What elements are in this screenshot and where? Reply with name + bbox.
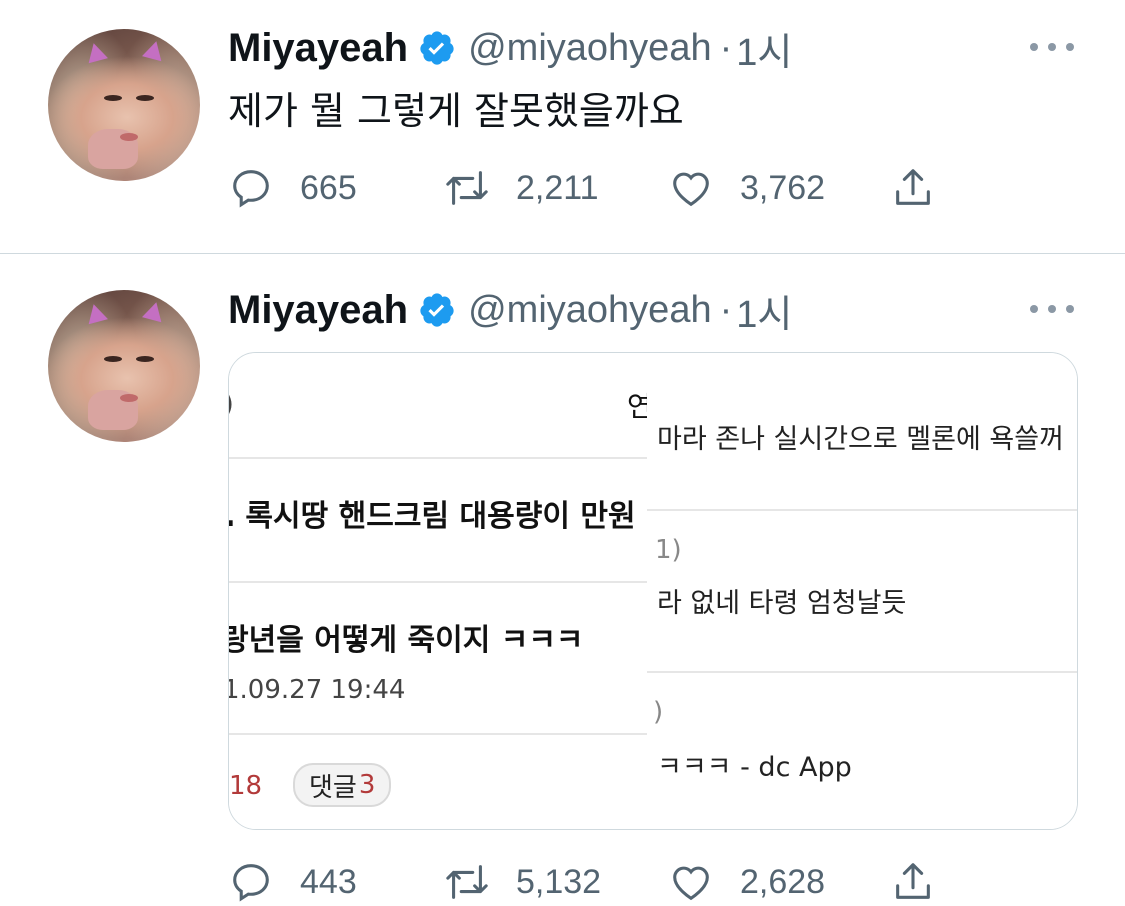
- media-comment-badge: 댓글 3: [293, 763, 392, 807]
- tweet-header: Miyayeah @miyaohyeah · 1시: [228, 18, 792, 78]
- heart-icon: [673, 866, 709, 901]
- retweet-button[interactable]: 2,211: [444, 164, 599, 212]
- like-count: 3,762: [740, 168, 826, 207]
- media-divider: [647, 671, 1077, 673]
- verified-badge-icon: [420, 31, 454, 65]
- media-row-date: 1.09.27 19:44: [229, 675, 406, 705]
- reply-icon: [233, 864, 269, 902]
- reply-count: 665: [300, 168, 357, 207]
- media-view-count: 18: [229, 771, 263, 801]
- separator-dot: ·: [719, 288, 733, 331]
- media-comment-text: ㅋㅋㅋ - dc App: [657, 752, 852, 783]
- author-handle[interactable]: @miyaohyeah: [468, 289, 711, 332]
- media-comment-text: 마라 존나 실시간으로 멜론에 욕쓸꺼: [657, 424, 1064, 455]
- like-button[interactable]: 3,762: [668, 164, 825, 212]
- share-icon: [896, 863, 930, 899]
- like-count: 2,628: [740, 862, 826, 901]
- retweet-button[interactable]: 5,132: [444, 858, 601, 906]
- media-divider: [229, 457, 657, 459]
- retweet-count: 2,211: [516, 168, 599, 207]
- media-row-title: ․ 록시땅 핸드크림 대용량이 만원: [229, 499, 636, 534]
- media-divider: [229, 733, 657, 735]
- reply-button[interactable]: 665: [228, 164, 357, 212]
- tweet-time[interactable]: 1시: [736, 283, 792, 338]
- retweet-icon: [446, 865, 488, 899]
- media-comment-meta: 1): [655, 535, 682, 565]
- reply-count: 443: [300, 862, 357, 901]
- like-button[interactable]: 2,628: [668, 858, 825, 906]
- media-comment-meta: ): [653, 697, 664, 727]
- author-handle[interactable]: @miyaohyeah: [468, 27, 711, 70]
- share-button[interactable]: [890, 164, 936, 212]
- media-screenshot-left: ) 연 ․ 록시땅 핸드크림 대용량이 만원 랑년을 어떻게 죽이지 ㅋㅋㅋ 1…: [229, 353, 657, 829]
- comment-label: 댓글: [309, 772, 357, 803]
- retweet-icon: [446, 171, 488, 205]
- media-divider: [647, 509, 1077, 511]
- author-name[interactable]: Miyayeah: [228, 288, 408, 333]
- comment-count: 3: [358, 770, 376, 800]
- avatar[interactable]: [48, 29, 200, 181]
- share-button[interactable]: [890, 858, 936, 906]
- reply-icon: [233, 170, 269, 208]
- verified-badge-icon: [420, 293, 454, 327]
- author-name[interactable]: Miyayeah: [228, 26, 408, 71]
- more-dots-icon[interactable]: [1030, 299, 1074, 319]
- reply-button[interactable]: 443: [228, 858, 357, 906]
- media-fragment: ): [229, 387, 234, 420]
- media-comment-text: 라 없네 타령 엄청날듯: [657, 588, 907, 619]
- tweet-1[interactable]: Miyayeah @miyaohyeah · 1시 제가 뭘 그렇게 잘못했을까…: [0, 0, 1125, 253]
- more-dots-icon[interactable]: [1030, 37, 1074, 57]
- heart-icon: [673, 172, 709, 207]
- share-icon: [896, 169, 930, 205]
- tweet-actions: 665 2,211 3,762: [228, 164, 948, 212]
- avatar[interactable]: [48, 290, 200, 442]
- tweet-actions: 443 5,132 2,628: [228, 858, 948, 906]
- media-row-title: 랑년을 어떻게 죽이지 ㅋㅋㅋ: [229, 623, 584, 658]
- separator-dot: ·: [719, 26, 733, 69]
- retweet-count: 5,132: [516, 862, 602, 901]
- media-divider: [229, 581, 657, 583]
- tweet-header: Miyayeah @miyaohyeah · 1시: [228, 280, 792, 340]
- tweet-time[interactable]: 1시: [736, 21, 792, 76]
- tweet-media-image[interactable]: ) 연 ․ 록시땅 핸드크림 대용량이 만원 랑년을 어떻게 죽이지 ㅋㅋㅋ 1…: [228, 352, 1078, 830]
- media-screenshot-right: 마라 존나 실시간으로 멜론에 욕쓸꺼 1) 라 없네 타령 엄청날듯 ) ㅋㅋ…: [647, 353, 1077, 829]
- tweet-text: 제가 뭘 그렇게 잘못했을까요: [228, 89, 684, 133]
